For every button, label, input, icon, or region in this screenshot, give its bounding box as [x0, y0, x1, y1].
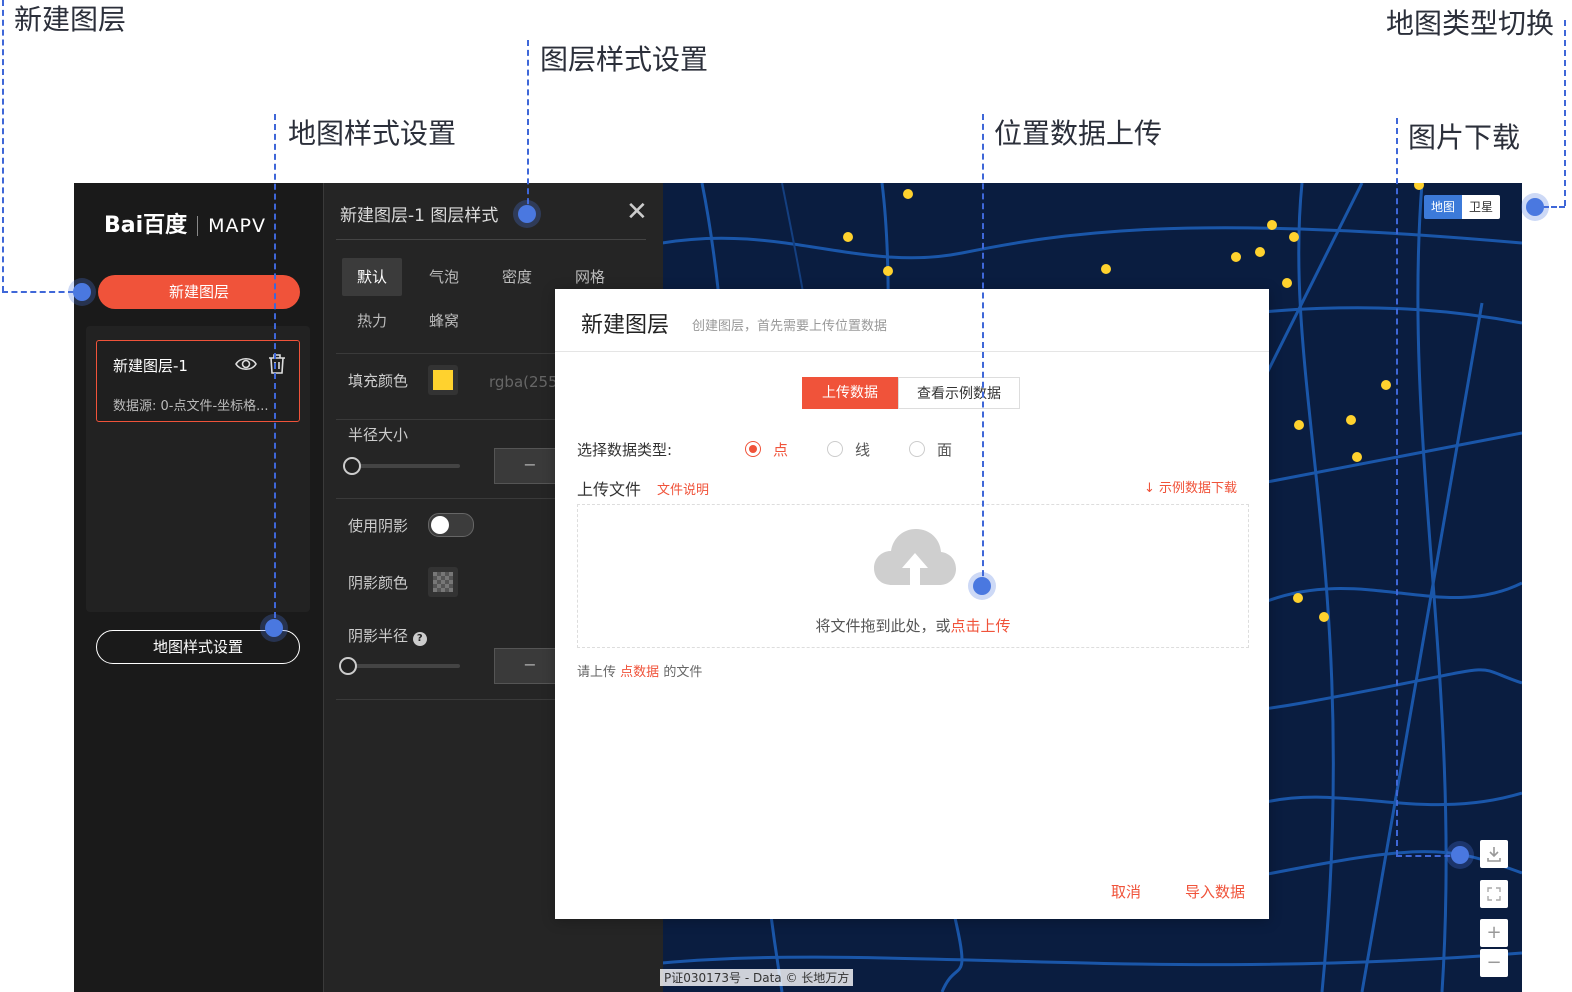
- annotation-marker: [518, 205, 536, 223]
- hint-highlight: 点数据: [620, 665, 660, 680]
- radio-point-label[interactable]: 点: [773, 439, 788, 460]
- eye-icon[interactable]: [235, 353, 257, 375]
- annotation-marker: [1526, 198, 1544, 216]
- transparent-checker-icon: [433, 572, 453, 592]
- use-shadow-label: 使用阴影: [348, 517, 409, 535]
- radius-slider-handle[interactable]: [343, 457, 361, 475]
- map-type-toggle[interactable]: 地图 卫星: [1424, 195, 1501, 219]
- close-icon[interactable]: ✕: [626, 197, 648, 227]
- tab-view-example[interactable]: 查看示例数据: [898, 377, 1020, 409]
- sample-download-link[interactable]: ↓ 示例数据下载: [1144, 477, 1237, 496]
- upload-hint: 请上传 点数据 的文件: [577, 661, 702, 680]
- click-upload-link[interactable]: 点击上传: [951, 617, 1011, 635]
- annotation-map-type-switch: 地图类型切换: [1386, 7, 1555, 40]
- annotation-location-upload: 位置数据上传: [994, 117, 1163, 150]
- baidu-logo: Bai百度 MAPV: [104, 207, 266, 239]
- annotation-marker: [73, 283, 91, 301]
- annotation-line: [1396, 118, 1398, 856]
- shadow-radius-label: 阴影半径 ?: [348, 625, 427, 646]
- fill-color-value: rgba(255: [489, 373, 558, 391]
- upload-dropzone[interactable]: 将文件拖到此处，或点击上传: [577, 504, 1249, 648]
- fill-color-swatch[interactable]: [428, 365, 458, 395]
- tab-default[interactable]: 默认: [342, 258, 402, 296]
- shadow-toggle[interactable]: [428, 513, 474, 537]
- import-data-button[interactable]: 导入数据: [1185, 881, 1245, 902]
- annotation-line: [2, 0, 4, 292]
- map-type-satellite[interactable]: 卫星: [1462, 195, 1501, 219]
- download-image-button[interactable]: [1480, 840, 1508, 868]
- drop-instruction: 将文件拖到此处，或: [815, 617, 951, 635]
- fill-color-label: 填充颜色: [348, 372, 409, 390]
- shadow-radius-text: 阴影半径: [348, 627, 409, 645]
- cancel-button[interactable]: 取消: [1111, 881, 1141, 902]
- radius-label: 半径大小: [348, 426, 409, 444]
- tab-honeycomb[interactable]: 蜂窝: [414, 302, 474, 340]
- tab-upload-data[interactable]: 上传数据: [802, 377, 898, 409]
- layer-card[interactable]: 新建图层-1 数据源: 0-点文件-坐标格...: [96, 340, 300, 422]
- annotation-layer-style: 图层样式设置: [540, 43, 709, 76]
- radio-line-label[interactable]: 线: [855, 439, 870, 460]
- annotation-marker: [973, 577, 991, 595]
- fill-color-chip: [433, 370, 453, 390]
- upload-file-label: 上传文件: [577, 480, 642, 499]
- shadow-color-swatch[interactable]: [428, 567, 458, 597]
- radio-area-label[interactable]: 面: [937, 439, 952, 460]
- layer-name: 新建图层-1: [113, 357, 188, 375]
- product-name: MAPV: [208, 215, 267, 237]
- radio-line[interactable]: [827, 441, 843, 457]
- sample-download-text: 示例数据下载: [1159, 481, 1238, 496]
- layer-source: 数据源: 0-点文件-坐标格...: [113, 399, 269, 414]
- annotation-image-download: 图片下载: [1408, 121, 1521, 154]
- annotation-new-layer: 新建图层: [14, 3, 127, 36]
- help-icon[interactable]: ?: [412, 632, 427, 646]
- dropzone-text: 将文件拖到此处，或点击上传: [578, 615, 1248, 636]
- shadow-color-label: 阴影颜色: [348, 574, 409, 592]
- new-layer-button[interactable]: 新建图层: [98, 275, 300, 309]
- divider: [336, 239, 646, 240]
- download-icon: [1487, 847, 1501, 862]
- download-arrow-icon: ↓: [1144, 481, 1155, 496]
- tab-density[interactable]: 密度: [487, 258, 547, 296]
- hint-prefix: 请上传: [577, 665, 617, 680]
- annotation-line: [527, 40, 529, 214]
- zoom-out-button[interactable]: −: [1480, 949, 1508, 977]
- data-type-label: 选择数据类型:: [577, 441, 673, 459]
- logo-text: Bai百度: [104, 213, 188, 238]
- cloud-upload-icon: [874, 529, 956, 585]
- shadow-radius-slider-handle[interactable]: [339, 657, 357, 675]
- mapv-app: 地图 卫星 + − Bai百度 MAPV 新建图层 新建图层-1 数据源: 0-…: [74, 183, 1522, 992]
- shadow-radius-slider[interactable]: [348, 664, 460, 668]
- radio-point[interactable]: [745, 441, 761, 457]
- annotation-line: [274, 114, 276, 628]
- map-type-map[interactable]: 地图: [1424, 195, 1463, 219]
- tab-heat[interactable]: 热力: [342, 302, 402, 340]
- annotation-line: [982, 114, 984, 586]
- new-layer-dialog: 新建图层 创建图层，首先需要上传位置数据 上传数据 查看示例数据 选择数据类型:…: [555, 289, 1269, 919]
- annotation-marker: [1451, 846, 1469, 864]
- annotation-line: [2, 291, 74, 293]
- zoom-in-button[interactable]: +: [1480, 919, 1508, 947]
- file-help-link[interactable]: 文件说明: [657, 479, 709, 498]
- radio-area[interactable]: [909, 441, 925, 457]
- annotation-map-style: 地图样式设置: [288, 117, 457, 150]
- dialog-subtitle: 创建图层，首先需要上传位置数据: [692, 319, 888, 334]
- hint-suffix: 的文件: [663, 665, 703, 680]
- dialog-title: 新建图层: [581, 313, 670, 338]
- trash-icon[interactable]: [267, 353, 287, 375]
- map-copyright: P证030173号 - Data © 长地万方: [660, 969, 854, 986]
- radius-slider[interactable]: [348, 464, 460, 468]
- divider: [555, 351, 1269, 352]
- style-panel-title: 新建图层-1 图层样式: [340, 206, 499, 226]
- fullscreen-icon: [1487, 887, 1501, 901]
- fullscreen-button[interactable]: [1480, 880, 1508, 908]
- annotation-line: [1564, 20, 1566, 206]
- sidebar: Bai百度 MAPV 新建图层 新建图层-1 数据源: 0-点文件-坐标格... …: [74, 183, 323, 992]
- annotation-marker: [265, 619, 283, 637]
- tab-bubble[interactable]: 气泡: [414, 258, 474, 296]
- layer-list: 新建图层-1 数据源: 0-点文件-坐标格...: [86, 326, 310, 612]
